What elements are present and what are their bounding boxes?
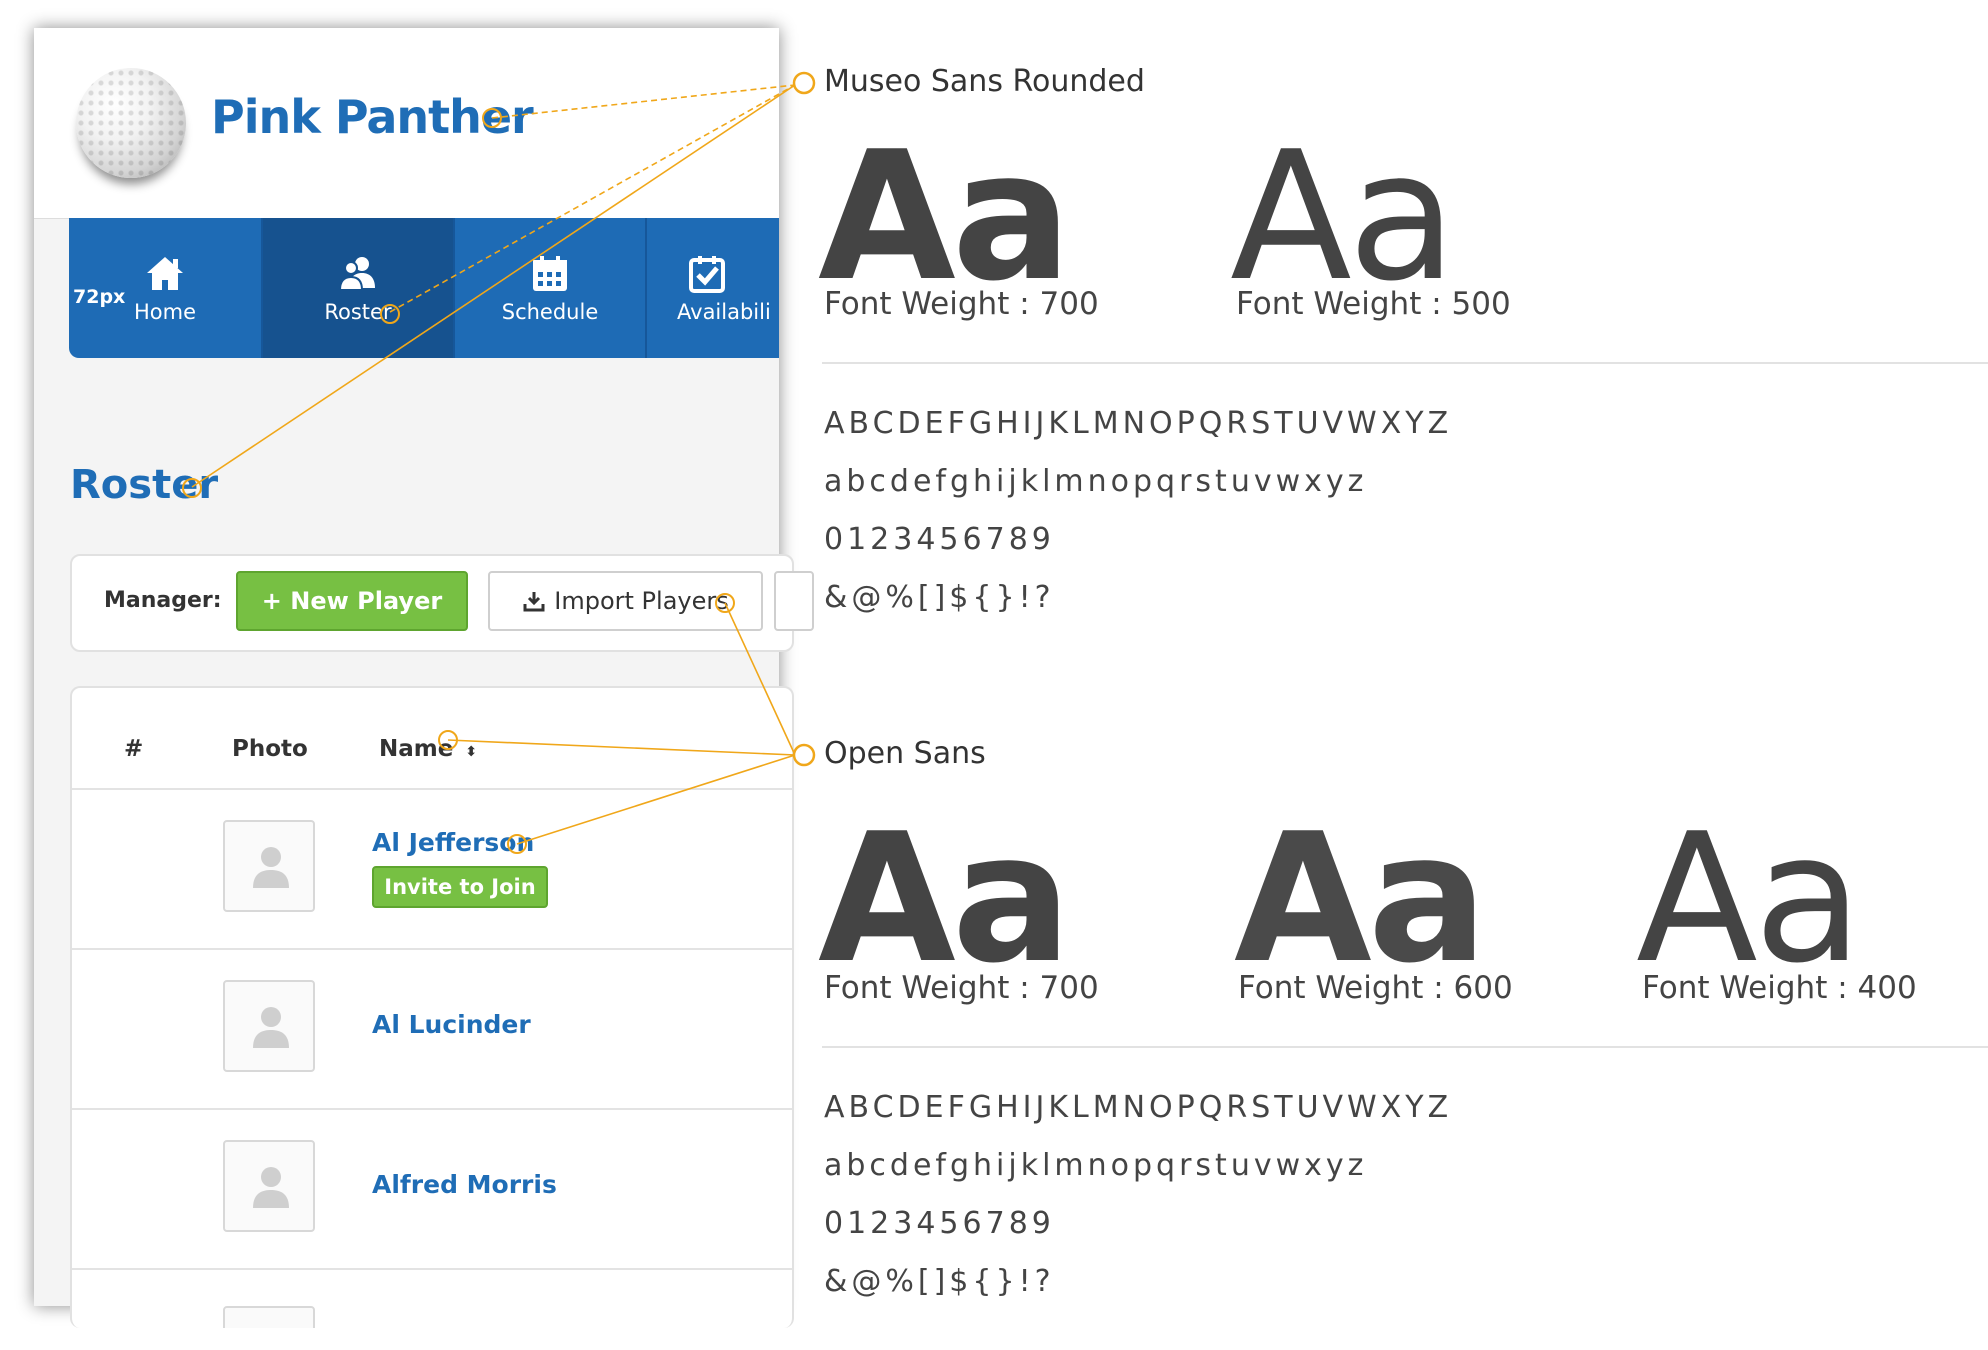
open-sans-lowercase: abcdefghijklmnopqrstuvwxyz [824, 1148, 1368, 1183]
user-silhouette-icon [253, 1167, 289, 1208]
column-header-name-label: Name [379, 736, 454, 762]
nav-item-schedule[interactable]: Schedule [455, 218, 647, 358]
font-name-open-sans: Open Sans [824, 736, 986, 771]
divider [822, 1046, 1988, 1048]
open-sans-symbols: &@%[]${}!? [824, 1264, 1055, 1299]
open-sans-sample-700: Aa [818, 795, 1072, 1002]
museo-uppercase: ABCDEFGHIJKLMNOPQRSTUVWXYZ [824, 406, 1453, 441]
table-row: Al Jefferson Invite to Join [72, 790, 792, 950]
museo-lowercase: abcdefghijklmnopqrstuvwxyz [824, 464, 1368, 499]
nav-label-home: Home [133, 300, 196, 324]
download-icon [523, 592, 545, 612]
user-silhouette-icon [253, 1007, 289, 1048]
nav-item-availability[interactable]: Availabili [647, 218, 783, 358]
table-row: Al Lucinder [72, 950, 792, 1110]
player-name-link[interactable]: Al Jefferson [372, 828, 534, 857]
team-name: Pink Panther [211, 90, 534, 144]
more-button[interactable] [774, 571, 814, 631]
player-photo-placeholder [223, 980, 315, 1072]
team-logo-golf-ball [76, 68, 186, 178]
import-players-label: Import Players [554, 587, 729, 615]
open-sans-weight-600: Font Weight : 600 [1238, 970, 1513, 1006]
column-header-name[interactable]: Name ⬍ [379, 736, 477, 762]
museo-digits: 0123456789 [824, 522, 1055, 557]
manager-toolbar: Manager: + New Player Import Players [70, 554, 814, 652]
player-name-link[interactable]: Alfred Morris [372, 1170, 557, 1199]
museo-sample-500: Aa [1230, 113, 1457, 320]
invite-to-join-button[interactable]: Invite to Join [372, 866, 548, 908]
player-photo-placeholder [223, 1306, 315, 1328]
museo-weight-500: Font Weight : 500 [1236, 286, 1511, 322]
page-title: Roster [70, 462, 219, 508]
player-name-link[interactable]: Al Lucinder [372, 1010, 531, 1039]
calendar-icon [533, 256, 567, 291]
open-sans-weight-400: Font Weight : 400 [1642, 970, 1917, 1006]
main-nav: 72px Home Roster Schedule Availabili [69, 218, 779, 358]
roster-table: # Photo Name ⬍ Al Jefferson Invite to Jo… [70, 686, 794, 1328]
manager-label: Manager: [104, 588, 222, 613]
museo-symbols: &@%[]${}!? [824, 580, 1055, 615]
check-calendar-icon [689, 256, 725, 293]
open-sans-uppercase: ABCDEFGHIJKLMNOPQRSTUVWXYZ [824, 1090, 1453, 1125]
table-row: Alfred Morris [72, 1110, 792, 1270]
player-photo-placeholder [223, 1140, 315, 1232]
nav-label-schedule: Schedule [501, 300, 599, 324]
nav-item-home[interactable]: Home [69, 218, 263, 358]
nav-label-availability: Availabili [677, 300, 771, 324]
column-header-photo: Photo [232, 736, 308, 762]
home-icon [147, 257, 183, 290]
open-sans-digits: 0123456789 [824, 1206, 1055, 1241]
users-icon [338, 257, 375, 291]
app-header: Pink Panther [34, 28, 779, 219]
museo-sample-700: Aa [818, 113, 1072, 320]
column-header-number: # [124, 736, 144, 762]
museo-weight-700: Font Weight : 700 [824, 286, 1099, 322]
sort-icon: ⬍ [465, 744, 478, 760]
open-sans-sample-400: Aa [1636, 795, 1863, 1002]
nav-label-roster: Roster [324, 300, 392, 324]
import-players-button[interactable]: Import Players [488, 571, 763, 631]
open-sans-weight-700: Font Weight : 700 [824, 970, 1099, 1006]
font-name-museo: Museo Sans Rounded [824, 64, 1145, 99]
divider [822, 362, 1988, 364]
open-sans-sample-600: Aa [1234, 795, 1488, 1002]
player-photo-placeholder [223, 820, 315, 912]
new-player-button[interactable]: + New Player [236, 571, 468, 631]
nav-item-roster[interactable]: Roster [263, 218, 455, 358]
user-silhouette-icon [253, 847, 289, 888]
